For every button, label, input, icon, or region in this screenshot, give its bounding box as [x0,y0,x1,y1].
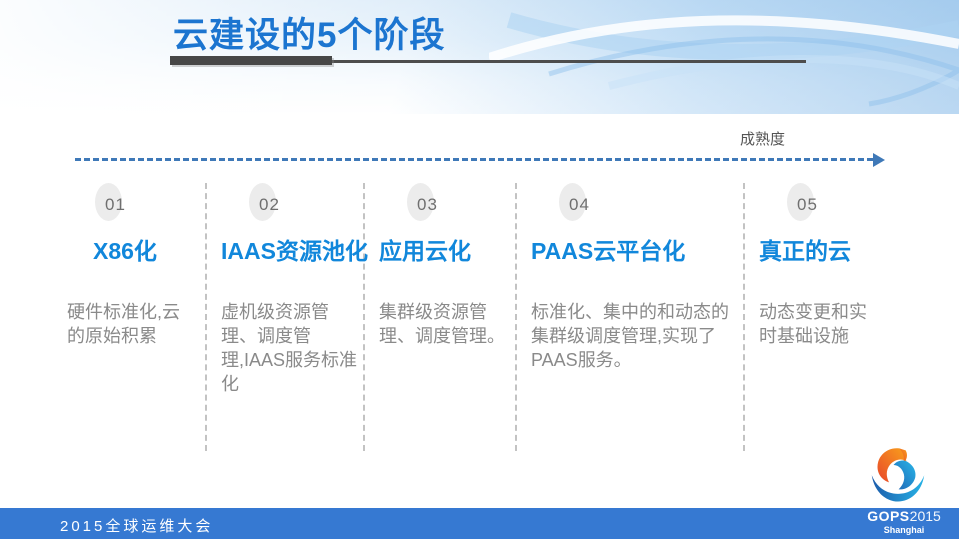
gops-logo-year: 2015 [909,508,941,524]
stage-description: 虚机级资源管理、调度管理,IAAS服务标准化 [221,302,358,394]
stage-description: 硬件标准化,云的原始积累 [67,302,181,346]
stage-number-badge: 03 [379,183,515,229]
stage-number-badge: 02 [221,183,363,229]
footer-bar: 2015全球运维大会 [0,508,959,539]
stage-number-badge: 04 [531,183,743,229]
gops-swirl-logo-icon [871,448,925,502]
stage-column-3: 03 应用云化 集群级资源管理、调度管理。 [365,183,517,451]
stage-column-4: 04 PAAS云平台化 标准化、集中的和动态的集群级调度管理,实现了PAAS服务… [517,183,745,451]
page-title: 云建设的5个阶段 [173,16,446,55]
stage-number: 04 [569,195,590,214]
maturity-axis-label: 成熟度 [740,131,786,148]
stage-columns: 01 X86化 硬件标准化,云的原始积累 02 IAAS资源池化 虚机级资源管理… [65,183,905,451]
stage-number-badge: 05 [759,183,905,229]
stage-number: 02 [259,195,280,214]
conference-name: 2015全球运维大会 [60,518,214,535]
stage-description: 标准化、集中的和动态的集群级调度管理,实现了PAAS服务。 [531,302,729,370]
stage-heading: 真正的云 [759,238,851,264]
stage-heading: 应用云化 [379,238,471,264]
stage-description: 集群级资源管理、调度管理。 [379,302,505,346]
stage-column-5: 05 真正的云 动态变更和实时基础设施 [745,183,905,451]
stage-description: 动态变更和实时基础设施 [759,302,867,346]
stage-number: 05 [797,195,818,214]
title-underline-thick [170,56,332,65]
stage-number: 01 [105,195,126,214]
arrow-head-icon [873,153,885,167]
stage-number: 03 [417,195,438,214]
stage-column-2: 02 IAAS资源池化 虚机级资源管理、调度管理,IAAS服务标准化 [207,183,368,451]
maturity-axis-arrow [75,153,885,167]
gops-logo-caption: GOPS2015 Shanghai [854,508,954,537]
presentation-slide: 云建设的5个阶段 成熟度 01 X86化 硬件标准化,云的原始积累 02 IAA… [0,0,959,539]
swoosh-decoration [489,12,959,107]
gops-logo-city: Shanghai [883,525,925,535]
top-banner-background [0,0,959,114]
stage-column-1: 01 X86化 硬件标准化,云的原始积累 [65,183,207,451]
gops-logo-name: GOPS [867,508,910,524]
stage-heading: IAAS资源池化 [221,238,368,264]
stage-number-badge: 01 [67,183,205,229]
stage-heading: X86化 [93,238,157,264]
stage-heading: PAAS云平台化 [531,238,686,264]
